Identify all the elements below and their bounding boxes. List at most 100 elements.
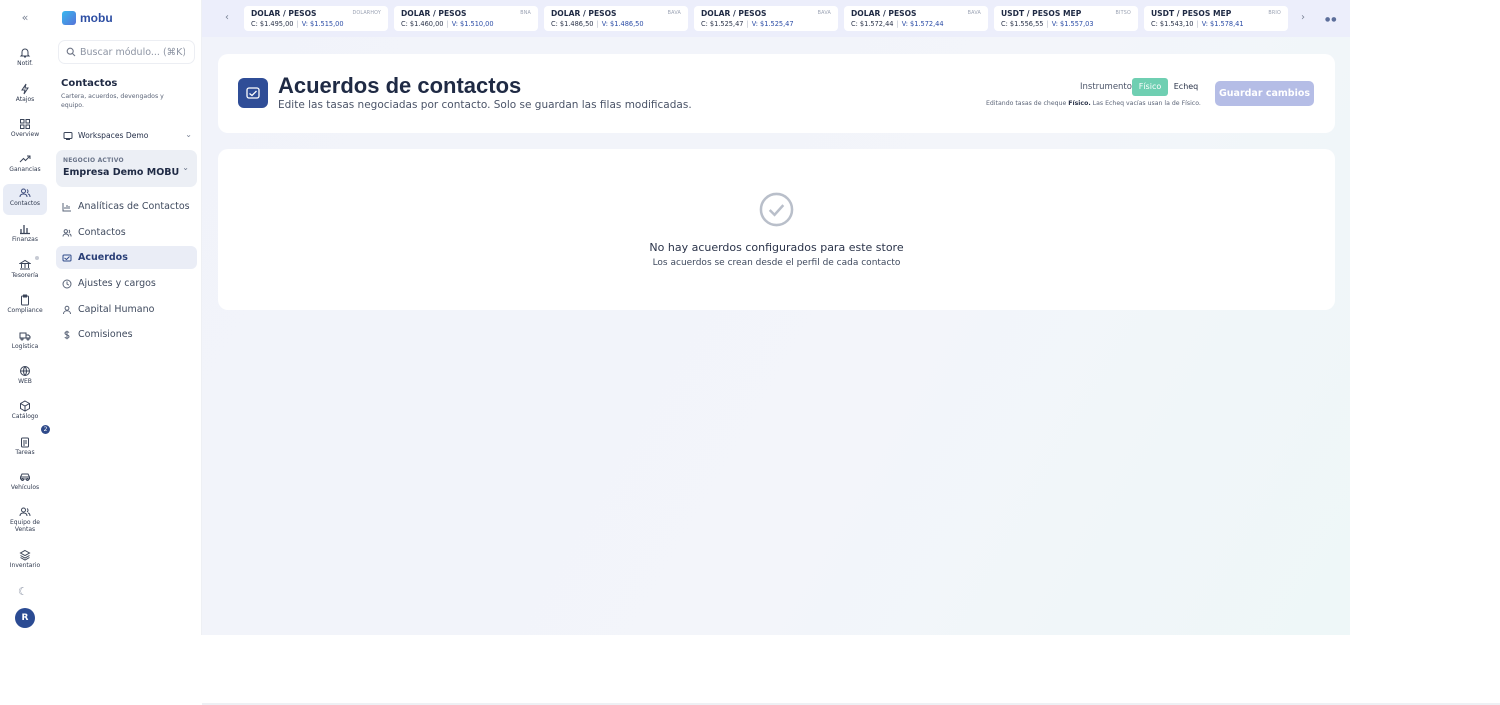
rate-card[interactable]: DOLAR / PESOS DOLARHOY C: $1.495,00 | V: $… bbox=[244, 6, 388, 31]
rail-item-notif[interactable]: Notif. bbox=[3, 44, 47, 74]
icon-rail: « Notif. Atajos Overview Ganancias Conta… bbox=[0, 0, 50, 635]
sidebar-item-analiticas[interactable]: Analíticas de Contactos bbox=[56, 195, 197, 218]
rail-item-tareas[interactable]: Tareas bbox=[3, 433, 47, 463]
rate-buy: C: $1.543,10 bbox=[1151, 20, 1194, 28]
rate-card[interactable]: USDT / PESOS MEP BRIO C: $1.543,10 | V: $1… bbox=[1144, 6, 1288, 31]
rail-item-overview[interactable]: Overview bbox=[3, 115, 47, 145]
sidebar-item-label: Analíticas de Contactos bbox=[78, 201, 190, 212]
rate-buy: C: $1.556,55 bbox=[1001, 20, 1044, 28]
note-suffix: Las Echeq vacías usan la de Físico. bbox=[1092, 100, 1201, 107]
logo-mark-icon bbox=[62, 11, 76, 25]
active-business-selector[interactable]: NEGOCIO ACTIVO Empresa Demo MOBU ⌄ bbox=[56, 150, 197, 187]
rate-sell: V: $1.557,03 bbox=[1051, 20, 1094, 28]
rail-label: WEB bbox=[18, 378, 32, 385]
rate-sell: V: $1.486,50 bbox=[601, 20, 644, 28]
rail-item-contactos[interactable]: Contactos bbox=[3, 184, 47, 215]
page-header-card: Acuerdos de contactos Edite las tasas ne… bbox=[218, 54, 1335, 133]
avatar[interactable]: R bbox=[15, 608, 35, 628]
sidebar-item-ajustes[interactable]: Ajustes y cargos bbox=[56, 272, 197, 295]
sidebar-item-label: Ajustes y cargos bbox=[78, 278, 156, 289]
rates-ticker: ‹ › ●● DOLAR / PESOS DOLARHOY C: $1.495,… bbox=[202, 0, 1350, 37]
active-business-name: Empresa Demo MOBU bbox=[63, 167, 180, 178]
rate-sell: V: $1.515,00 bbox=[301, 20, 344, 28]
rate-card[interactable]: DOLAR / PESOS BNA C: $1.460,00 | V: $1.510… bbox=[394, 6, 538, 31]
rate-sell: V: $1.525,47 bbox=[751, 20, 794, 28]
logo[interactable]: mobu bbox=[62, 9, 113, 27]
truck-icon bbox=[19, 332, 31, 341]
pagination-dots-icon[interactable]: ●● bbox=[1325, 16, 1337, 23]
grid-icon bbox=[20, 119, 30, 129]
chevron-right-icon[interactable]: › bbox=[1297, 12, 1309, 24]
chart-icon bbox=[62, 202, 71, 211]
rate-source: DOLARHOY bbox=[352, 11, 381, 16]
rail-item-equipo-ventas[interactable]: Equipo de Ventas bbox=[3, 503, 47, 539]
sidebar-item-label: Capital Humano bbox=[78, 304, 155, 315]
chevron-down-icon: ⌄ bbox=[185, 130, 192, 139]
instrument-option-echeq[interactable]: Echeq bbox=[1168, 78, 1204, 96]
rate-card[interactable]: DOLAR / PESOS BAVA C: $1.525,47 | V: $1.52… bbox=[694, 6, 838, 31]
rail-label: Tareas bbox=[15, 449, 35, 456]
sidebar-item-comisiones[interactable]: Comisiones bbox=[56, 323, 197, 346]
tesoreria-indicator-dot bbox=[35, 256, 39, 260]
user-icon bbox=[63, 305, 71, 314]
agreements-icon bbox=[238, 78, 268, 108]
rail-item-compliance[interactable]: Compliance bbox=[3, 291, 47, 321]
note-instrument: Físico. bbox=[1068, 100, 1091, 107]
rail-label: Contactos bbox=[9, 200, 41, 207]
save-button[interactable]: Guardar cambios bbox=[1215, 81, 1314, 106]
chevron-left-icon[interactable]: ‹ bbox=[221, 12, 233, 24]
collapse-sidebar-icon[interactable]: « bbox=[16, 11, 34, 25]
sidebar-item-label: Comisiones bbox=[78, 329, 133, 340]
rate-buy: C: $1.486,50 bbox=[551, 20, 594, 28]
rate-sell: V: $1.510,00 bbox=[451, 20, 494, 28]
chevron-down-icon: ⌄ bbox=[182, 163, 189, 172]
rate-pair: DOLAR / PESOS bbox=[401, 9, 467, 18]
rate-card[interactable]: DOLAR / PESOS BAVA C: $1.486,50 | V: $1.48… bbox=[544, 6, 688, 31]
instrument-option-fisico[interactable]: Físico bbox=[1132, 78, 1168, 96]
search-input[interactable] bbox=[80, 46, 185, 58]
rate-card[interactable]: DOLAR / PESOS BAVA C: $1.572,44 | V: $1.57… bbox=[844, 6, 988, 31]
rate-source: BITSO bbox=[1115, 11, 1131, 16]
rail-item-atajos[interactable]: Atajos bbox=[3, 80, 47, 110]
sidebar: mobu Contactos Cartera, acuerdos, deveng… bbox=[50, 0, 202, 635]
rail-item-vehiculos[interactable]: Vehículos bbox=[3, 468, 47, 498]
lightning-icon bbox=[21, 83, 29, 95]
rate-source: BNA bbox=[520, 11, 531, 16]
rate-source: BAVA bbox=[967, 11, 981, 16]
rail-label: Logística bbox=[11, 343, 39, 350]
empty-state-title: No hay acuerdos configurados para este s… bbox=[649, 241, 904, 254]
sidebar-item-label: Acuerdos bbox=[78, 252, 128, 263]
bar-chart-icon bbox=[20, 225, 30, 235]
rail-label: Atajos bbox=[15, 96, 35, 103]
rail-item-inventario[interactable]: Inventario bbox=[3, 546, 47, 576]
page-title: Acuerdos de contactos bbox=[278, 73, 522, 98]
instrument-label: Instrumento: bbox=[1080, 82, 1135, 92]
rail-label: Tesorería bbox=[11, 272, 39, 279]
sidebar-item-capital-humano[interactable]: Capital Humano bbox=[56, 298, 197, 321]
sidebar-item-contactos[interactable]: Contactos bbox=[56, 221, 197, 244]
instrument-note: Editando tasas de cheque Físico. Las Ech… bbox=[986, 100, 1201, 107]
search-icon bbox=[66, 47, 76, 57]
rail-label: Inventario bbox=[9, 562, 41, 569]
bell-icon bbox=[19, 48, 31, 58]
clock-icon bbox=[62, 279, 72, 288]
handshake-icon bbox=[62, 254, 72, 261]
workspace-name: Workspaces Demo bbox=[78, 131, 149, 140]
rail-item-tesoreria[interactable]: Tesorería bbox=[3, 256, 47, 286]
rate-pair: DOLAR / PESOS bbox=[701, 9, 767, 18]
rail-item-catalogo[interactable]: Catálogo bbox=[3, 397, 47, 427]
rail-item-logistica[interactable]: Logística bbox=[3, 327, 47, 357]
search-box[interactable] bbox=[58, 40, 195, 64]
page-subtitle: Edite las tasas negociadas por contacto.… bbox=[278, 99, 692, 111]
workspace-selector[interactable]: Workspaces Demo ⌄ bbox=[58, 128, 198, 143]
workspace-icon bbox=[63, 131, 73, 140]
rail-label: Compliance bbox=[7, 307, 43, 314]
moon-icon[interactable]: ☾ bbox=[18, 585, 28, 598]
sidebar-item-acuerdos[interactable]: Acuerdos bbox=[56, 246, 197, 269]
rate-card[interactable]: USDT / PESOS MEP BITSO C: $1.556,55 | V: $… bbox=[994, 6, 1138, 31]
rail-item-finanzas[interactable]: Finanzas bbox=[3, 220, 47, 250]
logo-text: mobu bbox=[80, 11, 113, 25]
rail-item-ganancias[interactable]: Ganancias bbox=[3, 150, 47, 180]
rail-label: Catálogo bbox=[11, 413, 39, 420]
rail-item-web[interactable]: WEB bbox=[3, 362, 47, 392]
